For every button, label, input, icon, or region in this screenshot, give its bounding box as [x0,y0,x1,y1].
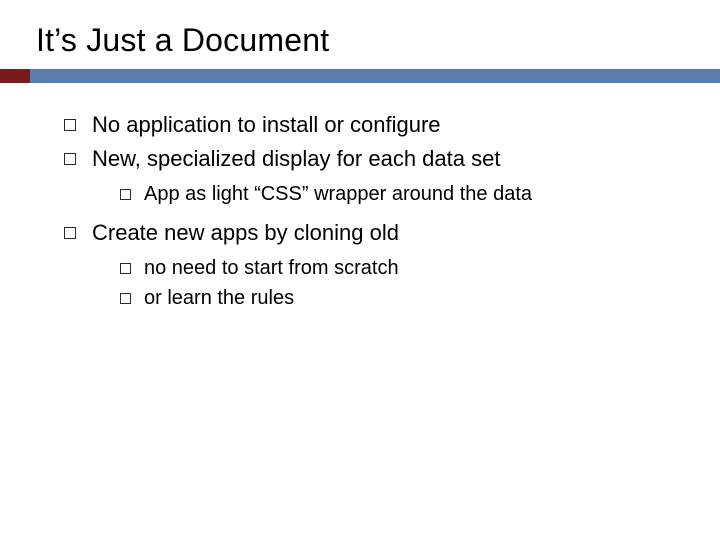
sub-list-item-text: or learn the rules [144,287,294,309]
list-item-text: No application to install or configure [92,112,441,137]
sub-list-item-text: no need to start from scratch [144,257,399,279]
sub-list-item-text: App as light “CSS” wrapper around the da… [144,183,532,205]
sub-list-item: no need to start from scratch [120,253,680,283]
list-item: No application to install or configure [64,109,680,141]
list-item: Create new apps by cloning old no need t… [64,217,680,313]
slide-title: It’s Just a Document [0,0,720,69]
list-item: New, specialized display for each data s… [64,143,680,209]
divider-accent [0,69,30,83]
divider-main [30,69,720,83]
sub-list-item: App as light “CSS” wrapper around the da… [120,179,680,209]
title-divider [0,69,720,83]
list-item-text: Create new apps by cloning old [92,220,399,245]
slide-body: No application to install or configure N… [0,83,720,313]
sub-list-item: or learn the rules [120,283,680,313]
list-item-text: New, specialized display for each data s… [92,146,500,171]
